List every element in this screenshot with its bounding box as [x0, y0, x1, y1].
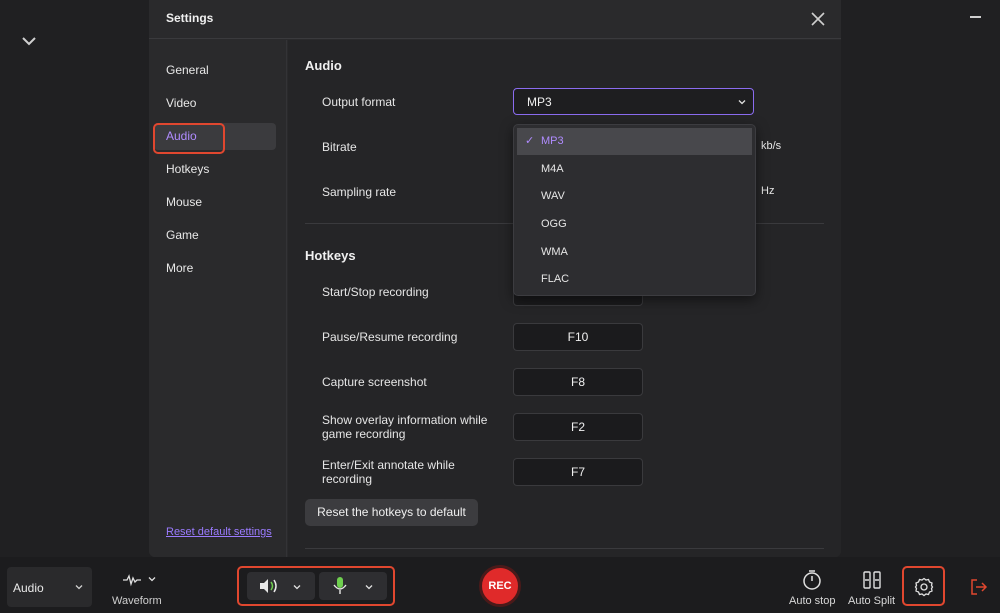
- chevron-down-icon: [293, 585, 301, 590]
- format-option-wav[interactable]: WAV: [517, 183, 752, 210]
- format-option-m4a[interactable]: M4A: [517, 156, 752, 183]
- dialog-title: Settings: [166, 11, 214, 25]
- sampling-rate-unit: Hz: [761, 185, 775, 197]
- bitrate-label: Bitrate: [322, 140, 357, 154]
- hotkeys-section-title: Hotkeys: [305, 248, 356, 263]
- hotkey-label: Capture screenshot: [322, 375, 427, 389]
- settings-button[interactable]: [902, 566, 945, 606]
- settings-content: Audio Output format MP3 Bitrate kb/s Sam…: [288, 40, 841, 557]
- waveform-button[interactable]: Waveform: [108, 569, 170, 609]
- chevron-down-icon: [148, 577, 156, 582]
- section-divider: [305, 548, 824, 549]
- recording-mode-value: Audio: [13, 581, 44, 595]
- nav-item-video[interactable]: Video: [154, 90, 276, 117]
- chevron-down-icon: [738, 100, 746, 105]
- auto-stop-button[interactable]: Auto stop: [786, 567, 838, 609]
- split-icon: [863, 571, 881, 589]
- output-format-dropdown: ✓ MP3 M4A WAV OGG WMA FLAC: [513, 124, 756, 296]
- microphone-button[interactable]: [319, 572, 387, 600]
- chevron-down-icon: [75, 585, 83, 590]
- hotkey-label: Start/Stop recording: [322, 285, 429, 299]
- sampling-rate-label: Sampling rate: [322, 185, 397, 199]
- waveform-label: Waveform: [112, 595, 162, 607]
- auto-split-button[interactable]: Auto Split: [846, 567, 898, 609]
- hotkey-label: Enter/Exit annotate while recording: [322, 458, 455, 486]
- settings-sidebar: General Video Audio Hotkeys Mouse Game M…: [149, 40, 287, 557]
- check-icon: ✓: [525, 135, 535, 147]
- hotkey-annotate-input[interactable]: F7: [513, 458, 643, 486]
- bitrate-unit: kb/s: [761, 140, 782, 152]
- hotkey-screenshot-input[interactable]: F8: [513, 368, 643, 396]
- output-format-label: Output format: [322, 95, 396, 109]
- nav-item-more[interactable]: More: [154, 255, 276, 282]
- waveform-icon: [123, 574, 141, 587]
- audio-source-group: [237, 566, 395, 606]
- system-audio-button[interactable]: [247, 572, 315, 600]
- microphone-icon: [333, 577, 347, 594]
- speaker-icon: [260, 579, 277, 593]
- reset-hotkeys-button[interactable]: Reset the hotkeys to default: [305, 499, 478, 526]
- format-option-ogg[interactable]: OGG: [517, 211, 752, 238]
- output-format-value: MP3: [527, 95, 552, 109]
- audio-section-title: Audio: [305, 58, 342, 73]
- settings-dialog: Settings General Video Audio Hotkeys Mou…: [149, 0, 841, 557]
- timer-icon: [803, 570, 821, 590]
- close-button[interactable]: [809, 10, 827, 28]
- gear-icon: [914, 577, 934, 597]
- output-format-select[interactable]: MP3: [513, 88, 754, 115]
- nav-item-mouse[interactable]: Mouse: [154, 189, 276, 216]
- recording-mode-select[interactable]: Audio: [7, 567, 92, 607]
- minimize-button[interactable]: [968, 8, 984, 24]
- record-button[interactable]: REC: [479, 565, 521, 607]
- record-label: REC: [488, 580, 512, 592]
- nav-item-general[interactable]: General: [154, 57, 276, 84]
- nav-item-audio[interactable]: Audio: [154, 123, 276, 150]
- auto-stop-label: Auto stop: [789, 595, 836, 607]
- format-option-wma[interactable]: WMA: [517, 239, 752, 266]
- nav-item-hotkeys[interactable]: Hotkeys: [154, 156, 276, 183]
- format-option-mp3[interactable]: ✓ MP3: [517, 128, 752, 155]
- auto-split-label: Auto Split: [848, 595, 896, 607]
- chevron-down-icon[interactable]: [20, 32, 38, 50]
- hotkey-label: Pause/Resume recording: [322, 330, 458, 344]
- hotkey-overlay-input[interactable]: F2: [513, 413, 643, 441]
- close-icon: [811, 12, 825, 26]
- reset-default-settings-link[interactable]: Reset default settings: [166, 526, 272, 538]
- bottom-toolbar: Audio Waveform REC Auto stop Auto Split: [0, 557, 1000, 613]
- exit-icon[interactable]: [970, 578, 988, 596]
- hotkey-pause-resume-input[interactable]: F10: [513, 323, 643, 351]
- dialog-header: Settings: [149, 0, 841, 39]
- nav-item-game[interactable]: Game: [154, 222, 276, 249]
- format-option-flac[interactable]: FLAC: [517, 266, 752, 293]
- hotkey-label: Show overlay information while game reco…: [322, 413, 488, 441]
- chevron-down-icon: [365, 585, 373, 590]
